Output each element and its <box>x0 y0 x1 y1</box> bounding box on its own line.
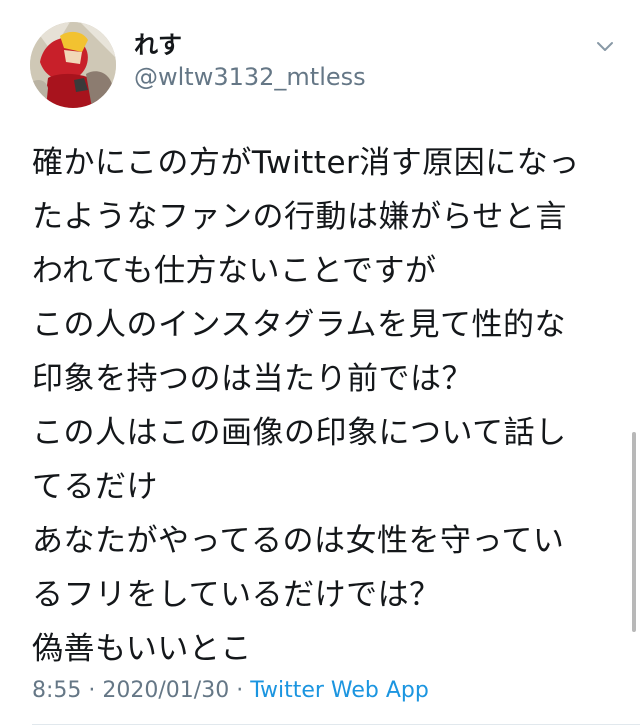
meta-separator: · <box>81 678 103 703</box>
user-handle[interactable]: @wltw3132_mtless <box>134 62 366 92</box>
tweet-date[interactable]: 2020/01/30 <box>102 678 229 703</box>
tweet-line: 印象を持つのは当たり前では？ <box>32 361 473 397</box>
tweet-meta: 8:55 · 2020/01/30 · Twitter Web App <box>32 676 429 706</box>
tweet-line: われても仕方ないことですが <box>32 253 437 289</box>
tweet-header: れす @wltw3132_mtless <box>30 22 620 112</box>
avatar-image <box>30 22 116 108</box>
tweet-line: たようなファンの行動は嫌がらせと言 <box>32 199 567 235</box>
meta-separator: · <box>229 678 251 703</box>
tweet-time[interactable]: 8:55 <box>32 678 81 703</box>
tweet-line: 確かにこの方がTwitter消す原因になっ <box>32 145 580 181</box>
tweet-line: あなたがやってるのは女性を守ってい <box>32 523 565 559</box>
display-name[interactable]: れす <box>134 30 366 60</box>
tweet-line: 偽善もいいとこ <box>32 631 252 667</box>
tweet-line: るフリをしているだけでは？ <box>32 577 441 613</box>
tweet-line: てるだけ <box>32 469 158 505</box>
user-names: れす @wltw3132_mtless <box>134 30 366 92</box>
avatar[interactable] <box>30 22 116 108</box>
tweet-line: この人はこの画像の印象について話し <box>32 415 567 451</box>
scrollbar[interactable] <box>632 432 636 632</box>
divider <box>32 724 640 725</box>
tweet-text: 確かにこの方がTwitter消す原因になっ たようなファンの行動は嫌がらせと言 … <box>32 136 612 676</box>
tweet-source-link[interactable]: Twitter Web App <box>250 678 429 703</box>
tweet-line: この人のインスタグラムを見て性的な <box>32 307 566 343</box>
chevron-down-icon[interactable] <box>594 36 616 58</box>
